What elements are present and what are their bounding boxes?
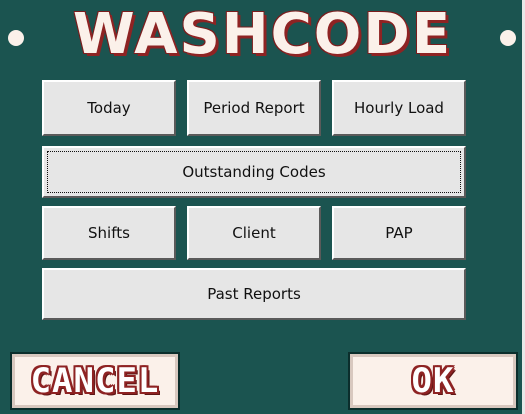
period-report-button-label: Period Report — [203, 99, 305, 117]
cancel-button-label: CANCEL — [30, 361, 160, 401]
client-button-label: Client — [232, 224, 276, 242]
shifts-button[interactable]: Shifts — [42, 206, 176, 260]
ok-button[interactable]: OK — [348, 352, 518, 410]
hourly-load-button-label: Hourly Load — [354, 99, 444, 117]
today-button[interactable]: Today — [42, 80, 176, 136]
cancel-button[interactable]: CANCEL — [10, 352, 180, 410]
ok-button-label: OK — [411, 361, 455, 401]
bullet-dot-icon — [500, 30, 516, 46]
washcode-panel: WASHCODE Today Period Report Hourly Load… — [0, 0, 525, 414]
period-report-button[interactable]: Period Report — [187, 80, 321, 136]
hourly-load-button[interactable]: Hourly Load — [332, 80, 466, 136]
outstanding-codes-button[interactable]: Outstanding Codes — [42, 146, 466, 198]
pap-button[interactable]: PAP — [332, 206, 466, 260]
shifts-button-label: Shifts — [88, 224, 130, 242]
past-reports-button[interactable]: Past Reports — [42, 268, 466, 320]
past-reports-button-label: Past Reports — [207, 285, 301, 303]
today-button-label: Today — [87, 99, 131, 117]
pap-button-label: PAP — [385, 224, 413, 242]
app-title: WASHCODE — [72, 2, 453, 67]
client-button[interactable]: Client — [187, 206, 321, 260]
outstanding-codes-button-label: Outstanding Codes — [182, 163, 326, 181]
title-bar: WASHCODE — [0, 2, 525, 68]
